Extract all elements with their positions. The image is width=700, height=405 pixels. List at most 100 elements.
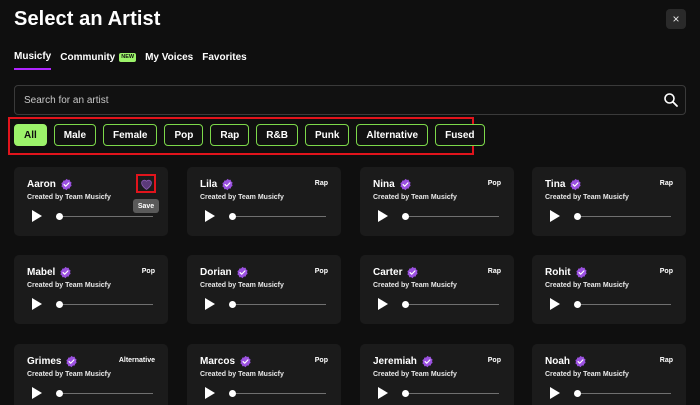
artist-name: Aaron <box>27 179 56 190</box>
artist-name-row: Jeremiah <box>373 355 434 368</box>
artist-name-row: Grimes <box>27 355 78 368</box>
play-icon[interactable] <box>378 387 388 399</box>
play-icon[interactable] <box>550 298 560 310</box>
play-icon[interactable] <box>32 210 42 222</box>
progress-track[interactable] <box>576 393 671 394</box>
verified-badge-icon <box>60 266 71 279</box>
artist-card[interactable]: Dorian Pop Created by Team Musicfy <box>187 255 341 324</box>
creator-label: Created by Team Musicfy <box>200 371 284 378</box>
artist-card[interactable]: Nina Pop Created by Team Musicfy <box>360 167 514 236</box>
verified-badge-icon <box>422 355 433 368</box>
progress-thumb[interactable] <box>229 390 236 397</box>
tab-favorites[interactable]: Favorites <box>202 51 246 70</box>
progress-track[interactable] <box>231 393 326 394</box>
play-icon[interactable] <box>205 387 215 399</box>
artist-card[interactable]: Noah Rap Created by Team Musicfy <box>532 344 686 405</box>
creator-label: Created by Team Musicfy <box>373 371 457 378</box>
play-icon[interactable] <box>32 387 42 399</box>
modal-title: Select an Artist <box>14 8 161 30</box>
progress-thumb[interactable] <box>402 301 409 308</box>
progress-track[interactable] <box>58 216 153 217</box>
tab-label: Favorites <box>202 52 247 63</box>
filter-chip-alternative[interactable]: Alternative <box>356 124 429 146</box>
artist-name: Rohit <box>545 267 571 278</box>
creator-label: Created by Team Musicfy <box>545 194 629 201</box>
search-input[interactable] <box>15 86 655 114</box>
creator-label: Created by Team Musicfy <box>373 194 457 201</box>
artist-name-row: Tina <box>545 178 582 191</box>
tab-musicfy[interactable]: Musicfy <box>14 51 52 70</box>
filter-chip-punk[interactable]: Punk <box>304 124 350 146</box>
progress-thumb[interactable] <box>56 390 63 397</box>
play-icon[interactable] <box>205 210 215 222</box>
close-button[interactable]: × <box>666 9 686 29</box>
artist-name: Dorian <box>200 267 232 278</box>
genre-label: Pop <box>314 357 328 364</box>
filter-chip-rap[interactable]: Rap <box>210 124 250 146</box>
artist-name-row: Marcos <box>200 355 252 368</box>
verified-badge-icon <box>570 178 581 191</box>
creator-label: Created by Team Musicfy <box>27 194 111 201</box>
heart-icon <box>140 179 152 190</box>
artist-card[interactable]: Aaron Created by Team Musicfy Save <box>14 167 168 236</box>
artist-card[interactable]: Mabel Pop Created by Team Musicfy <box>14 255 168 324</box>
play-icon[interactable] <box>550 210 560 222</box>
progress-track[interactable] <box>576 216 671 217</box>
artist-grid: Aaron Created by Team Musicfy Save Lila … <box>14 167 686 405</box>
progress-track[interactable] <box>576 304 671 305</box>
filter-chip-female[interactable]: Female <box>103 124 158 146</box>
filter-chip-male[interactable]: Male <box>53 124 97 146</box>
progress-track[interactable] <box>404 216 499 217</box>
progress-thumb[interactable] <box>574 301 581 308</box>
filter-chip-pop[interactable]: Pop <box>164 124 204 146</box>
save-button[interactable] <box>136 174 156 193</box>
genre-label: Rap <box>314 180 328 187</box>
verified-badge-icon <box>66 355 78 368</box>
artist-card[interactable]: Tina Rap Created by Team Musicfy <box>532 167 686 236</box>
artist-card[interactable]: Rohit Pop Created by Team Musicfy <box>532 255 686 324</box>
progress-track[interactable] <box>58 304 153 305</box>
tab-label: Community <box>60 52 116 63</box>
search-icon[interactable] <box>663 92 679 108</box>
progress-thumb[interactable] <box>402 390 409 397</box>
filter-chip-all[interactable]: All <box>14 124 47 146</box>
filter-chip-fused[interactable]: Fused <box>435 124 485 146</box>
filter-chip-rnb[interactable]: R&B <box>256 124 298 146</box>
artist-card[interactable]: Carter Rap Created by Team Musicfy <box>360 255 514 324</box>
progress-thumb[interactable] <box>56 213 63 220</box>
verified-badge-icon <box>222 178 233 191</box>
artist-card[interactable]: Lila Rap Created by Team Musicfy <box>187 167 341 236</box>
artist-name: Tina <box>545 179 566 190</box>
new-badge: NEW <box>119 53 137 62</box>
artist-card[interactable]: Jeremiah Pop Created by Team Musicfy <box>360 344 514 405</box>
artist-card[interactable]: Marcos Pop Created by Team Musicfy <box>187 344 341 405</box>
verified-badge-icon <box>237 266 248 279</box>
artist-name: Jeremiah <box>373 356 417 367</box>
artist-name: Carter <box>373 267 403 278</box>
creator-label: Created by Team Musicfy <box>545 371 629 378</box>
progress-track[interactable] <box>404 304 499 305</box>
verified-badge-icon <box>575 355 586 368</box>
progress-track[interactable] <box>231 216 326 217</box>
genre-label: Rap <box>487 268 501 275</box>
progress-thumb[interactable] <box>229 213 236 220</box>
progress-track[interactable] <box>231 304 326 305</box>
progress-thumb[interactable] <box>402 213 409 220</box>
progress-thumb[interactable] <box>56 301 63 308</box>
progress-track[interactable] <box>58 393 153 394</box>
artist-name: Noah <box>545 356 570 367</box>
progress-track[interactable] <box>404 393 499 394</box>
play-icon[interactable] <box>550 387 560 399</box>
artist-name: Mabel <box>27 267 56 278</box>
progress-thumb[interactable] <box>574 213 581 220</box>
play-icon[interactable] <box>32 298 42 310</box>
play-icon[interactable] <box>378 298 388 310</box>
progress-thumb[interactable] <box>229 301 236 308</box>
play-icon[interactable] <box>378 210 388 222</box>
tab-community[interactable]: Community NEW <box>60 51 137 70</box>
play-icon[interactable] <box>205 298 215 310</box>
search-bar <box>14 85 686 115</box>
artist-card[interactable]: Grimes Alternative Created by Team Music… <box>14 344 168 405</box>
progress-thumb[interactable] <box>574 390 581 397</box>
tab-my-voices[interactable]: My Voices <box>145 51 193 70</box>
